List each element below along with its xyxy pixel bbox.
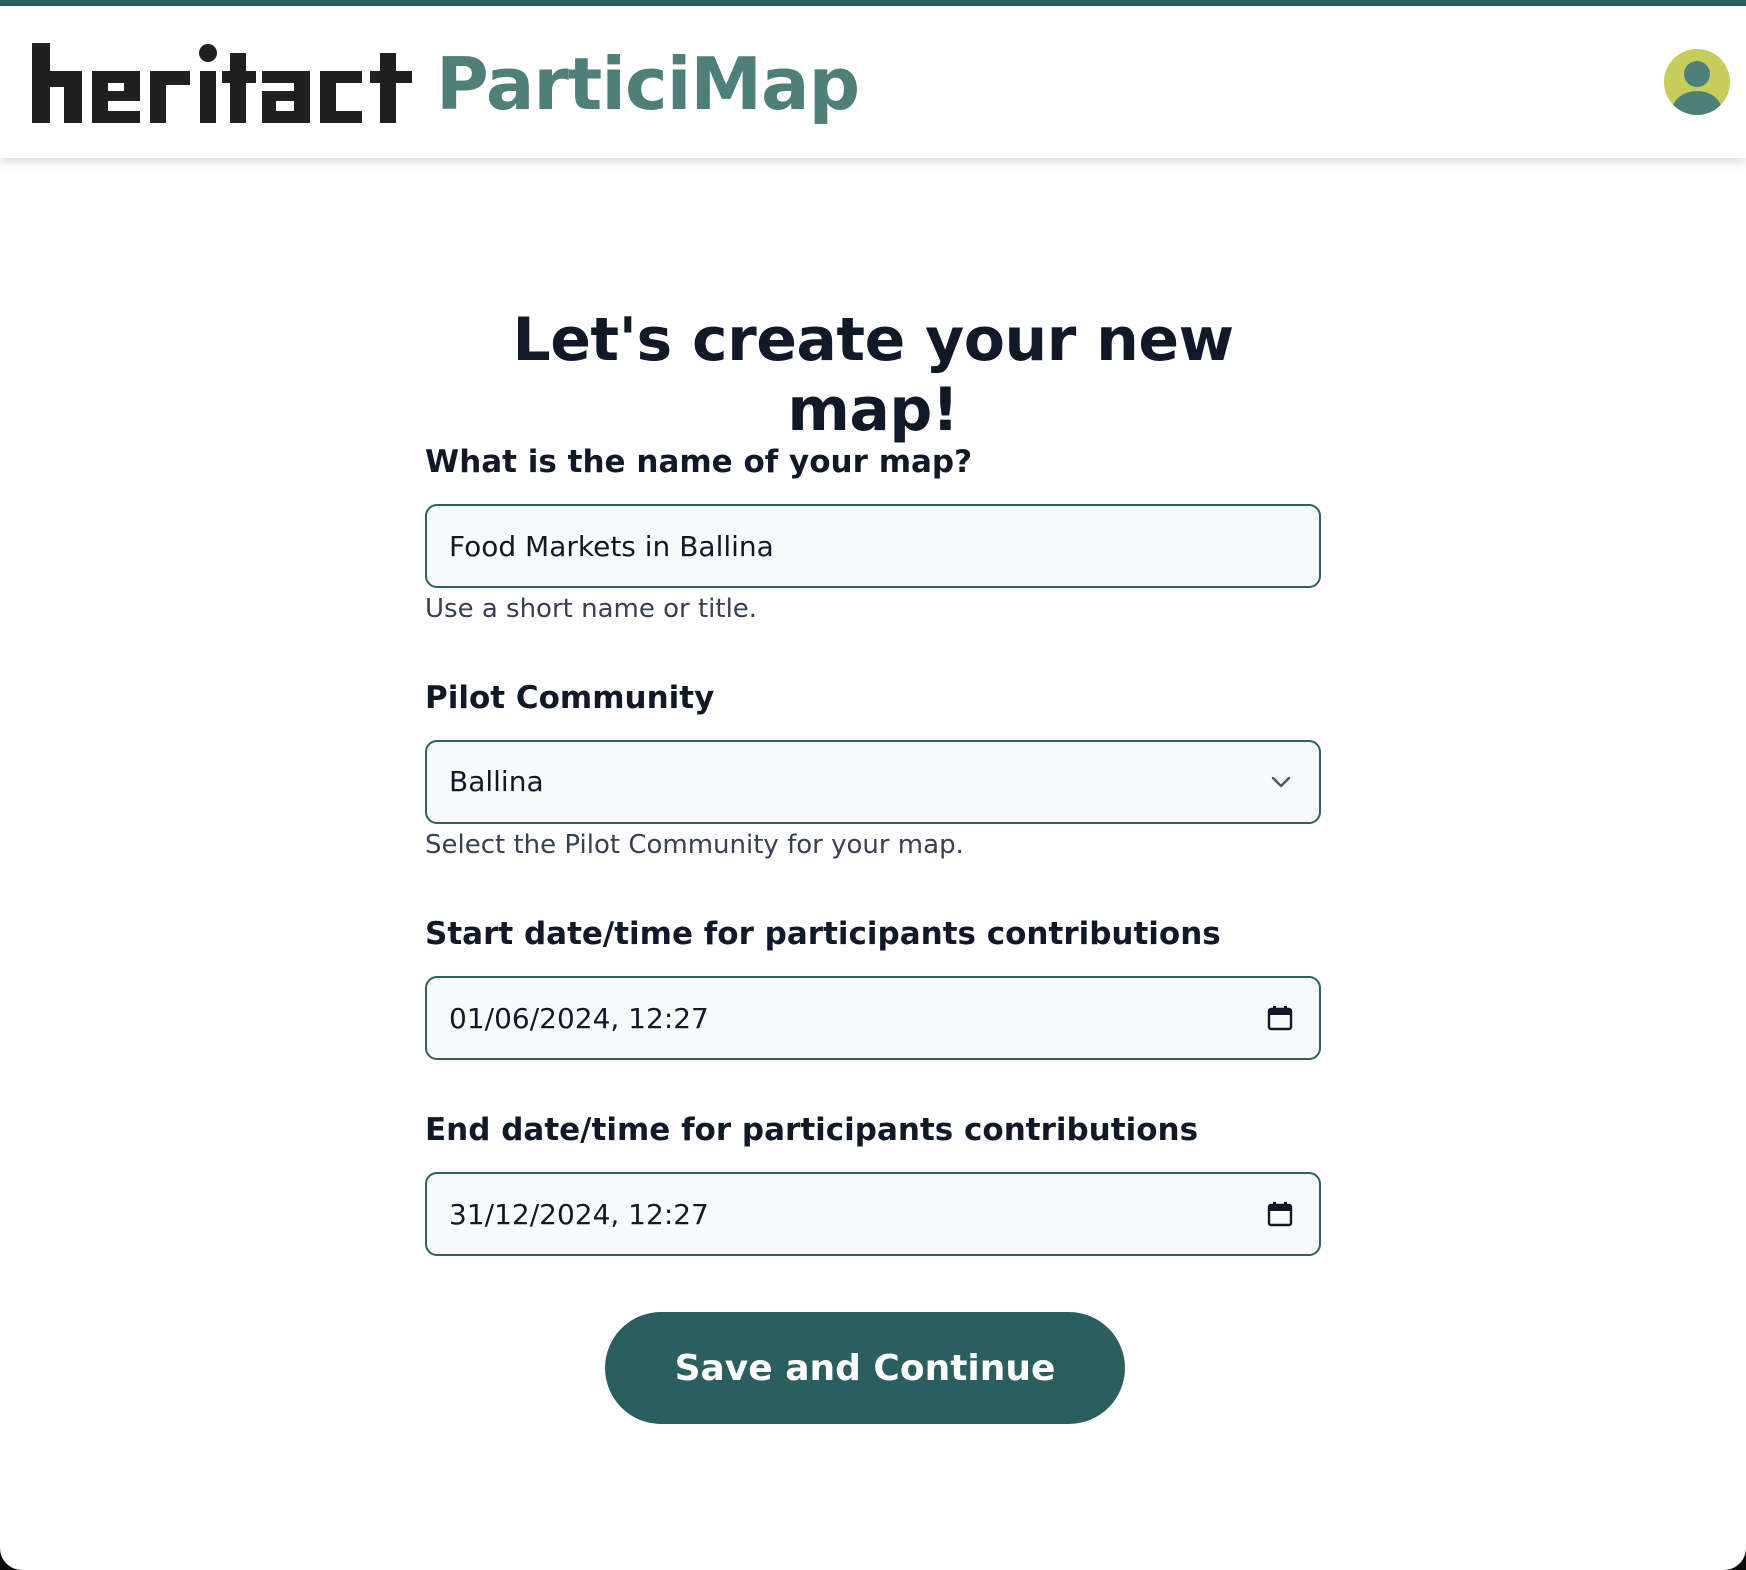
calendar-icon[interactable] [1267, 1005, 1293, 1031]
pilot-community-selected-value: Ballina [449, 765, 544, 798]
app-window: ParticiMap Let's create your new map! Wh… [0, 0, 1746, 1570]
page-title: Let's create your new map! [512, 305, 1234, 445]
start-date-label: Start date/time for participants contrib… [425, 916, 1221, 952]
map-name-input[interactable] [427, 506, 1319, 586]
end-date-label: End date/time for participants contribut… [425, 1112, 1199, 1148]
user-avatar-icon [1672, 61, 1722, 115]
brand-logo[interactable]: ParticiMap [32, 42, 860, 126]
pilot-community-helper: Select the Pilot Community for your map. [425, 830, 964, 860]
start-date-input[interactable] [427, 978, 1319, 1058]
calendar-icon[interactable] [1267, 1201, 1293, 1227]
map-name-label: What is the name of your map? [425, 444, 973, 480]
pilot-community-label: Pilot Community [425, 680, 715, 716]
chevron-down-icon [1271, 776, 1291, 788]
app-name: ParticiMap [436, 42, 860, 126]
end-date-field-box [425, 1172, 1321, 1256]
save-and-continue-button[interactable]: Save and Continue [605, 1312, 1125, 1424]
pilot-community-select[interactable]: Ballina [425, 740, 1321, 824]
user-avatar-button[interactable] [1664, 49, 1730, 115]
heritact-logo-icon [32, 43, 412, 123]
app-header: ParticiMap [0, 6, 1746, 158]
end-date-input[interactable] [427, 1174, 1319, 1254]
map-name-helper: Use a short name or title. [425, 594, 758, 624]
map-name-field-box [425, 504, 1321, 588]
start-date-field-box [425, 976, 1321, 1060]
